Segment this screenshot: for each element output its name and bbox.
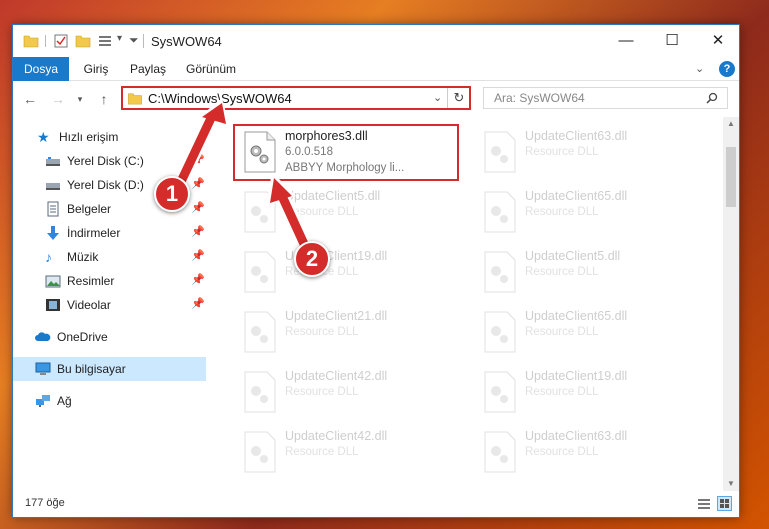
arrow-1: [171, 98, 230, 195]
step-callout-2: 2: [294, 241, 330, 277]
step-callout-1: 1: [154, 176, 190, 212]
annotation-arrows: [171, 98, 311, 251]
arrow-2: [266, 172, 311, 251]
